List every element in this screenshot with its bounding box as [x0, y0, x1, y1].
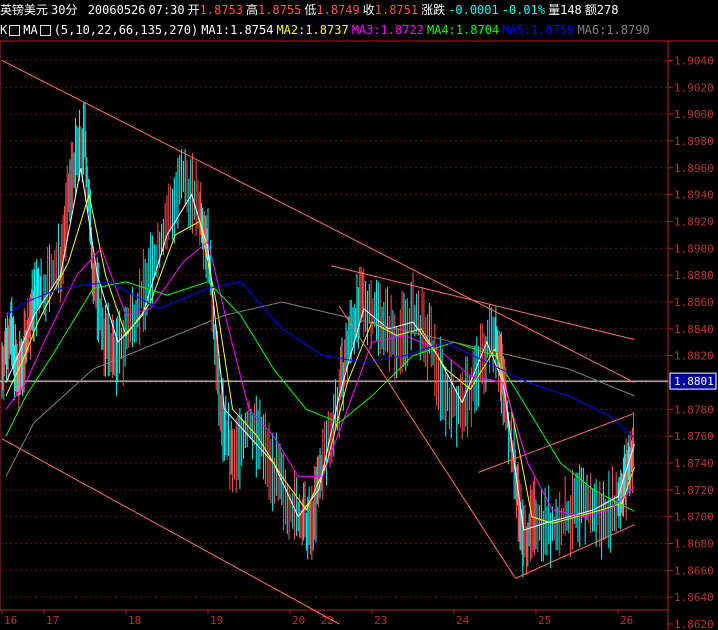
y-tick-label: 1.8960 [674, 162, 714, 175]
y-tick-label: 1.8660 [674, 564, 714, 577]
x-tick-label: 16 [4, 614, 17, 627]
y-tick-label: 1.8720 [674, 484, 714, 497]
y-tick-label: 1.9040 [674, 54, 714, 67]
y-tick-label: 1.9000 [674, 108, 714, 121]
y-tick-label: 1.8640 [674, 591, 714, 604]
candlestick-chart[interactable]: 1.9040 1.9020 1.9000 1.8980 1.8960 1.8940 1.89… [0, 0, 718, 630]
y-tick-label: 1.8900 [674, 242, 714, 255]
x-tick-label: 20 [292, 614, 305, 627]
x-tick-label: 19 [210, 614, 223, 627]
y-tick-label: 1.8740 [674, 457, 714, 470]
y-tick-label: 1.8980 [674, 135, 714, 148]
y-tick-label: 1.8860 [674, 296, 714, 309]
x-tick-label: 23 [374, 614, 387, 627]
y-tick-label: 1.8700 [674, 511, 714, 524]
x-tick-label: 25 [538, 614, 551, 627]
x-tick-label: 18 [128, 614, 141, 627]
x-tick-label: 17 [46, 614, 59, 627]
y-tick-label: 1.8920 [674, 215, 714, 228]
current-price-label: 1.8801 [674, 375, 714, 388]
y-tick-label: 1.8620 [674, 618, 714, 630]
y-tick-label: 1.8680 [674, 537, 714, 550]
y-tick-label: 1.8880 [674, 269, 714, 282]
y-tick-label: 1.8840 [674, 323, 714, 336]
trendline [478, 412, 635, 473]
y-tick-label: 1.9020 [674, 81, 714, 94]
y-tick-label: 1.8820 [674, 350, 714, 363]
y-tick-label: 1.8780 [674, 403, 714, 416]
y-tick-label: 1.8940 [674, 189, 714, 202]
x-tick-label: 26 [620, 614, 633, 627]
x-tick-label: 24 [456, 614, 470, 627]
y-tick-label: 1.8760 [674, 430, 714, 443]
